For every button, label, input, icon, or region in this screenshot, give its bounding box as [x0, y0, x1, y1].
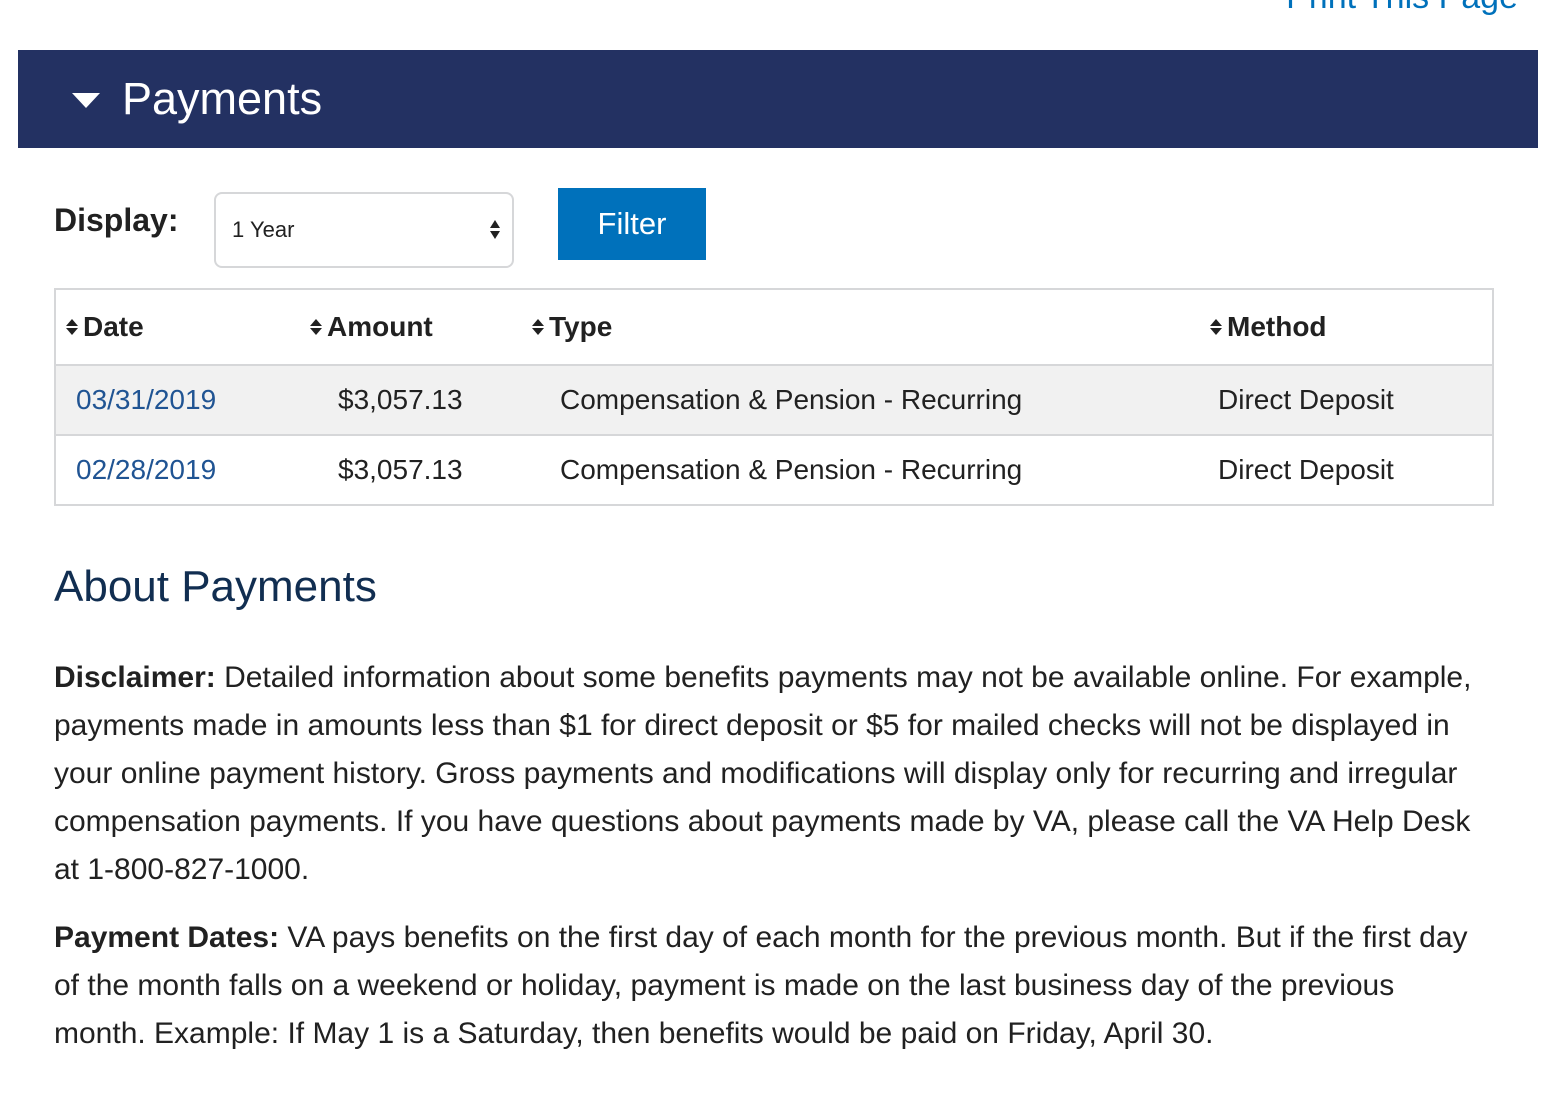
sort-icon: [1210, 319, 1222, 335]
accordion-title: Payments: [122, 73, 323, 124]
column-label: Method: [1227, 311, 1327, 342]
sort-icon: [66, 319, 78, 335]
method-cell: Direct Deposit: [1210, 434, 1492, 504]
type-cell: Compensation & Pension - Recurring: [532, 364, 1210, 435]
display-range-select[interactable]: 1 Year: [214, 192, 514, 268]
payment-dates-label: Payment Dates:: [54, 921, 280, 954]
column-header-date[interactable]: Date: [56, 290, 310, 365]
about-payments-heading: About Payments: [54, 562, 377, 611]
column-label: Amount: [327, 311, 433, 342]
sort-icon: [532, 319, 544, 335]
column-header-amount[interactable]: Amount: [310, 290, 532, 365]
type-cell: Compensation & Pension - Recurring: [532, 434, 1210, 504]
disclaimer-text: Detailed information about some benefits…: [54, 661, 1472, 886]
column-header-type[interactable]: Type: [532, 290, 1210, 365]
table-row: 03/31/2019 $3,057.13 Compensation & Pens…: [56, 364, 1492, 435]
caret-down-icon[interactable]: [72, 92, 100, 108]
disclaimer-paragraph: Disclaimer: Detailed information about s…: [54, 654, 1494, 894]
select-arrows-icon: [490, 220, 500, 239]
print-page-link[interactable]: Print This Page: [1286, 0, 1518, 17]
payment-dates-paragraph: Payment Dates: VA pays benefits on the f…: [54, 914, 1494, 1058]
payment-date-link[interactable]: 03/31/2019: [76, 384, 216, 415]
method-cell: Direct Deposit: [1210, 364, 1492, 435]
filter-button[interactable]: Filter: [558, 188, 706, 260]
display-label: Display:: [54, 202, 179, 238]
payments-accordion-header[interactable]: Payments: [18, 50, 1538, 148]
disclaimer-label: Disclaimer:: [54, 661, 216, 694]
column-header-method[interactable]: Method: [1210, 290, 1492, 365]
payments-page: Print This Page Payments Display: 1 Year…: [0, 0, 1564, 1106]
amount-cell: $3,057.13: [310, 434, 532, 504]
payment-date-link[interactable]: 02/28/2019: [76, 454, 216, 485]
sort-icon: [310, 319, 322, 335]
date-cell: 03/31/2019: [56, 364, 310, 435]
column-label: Date: [83, 311, 144, 342]
payments-table: Date Amount Type Method 03/31/2019 $3,05…: [54, 288, 1494, 506]
column-label: Type: [549, 311, 613, 342]
amount-cell: $3,057.13: [310, 364, 532, 435]
table-row: 02/28/2019 $3,057.13 Compensation & Pens…: [56, 434, 1492, 504]
table-header-row: Date Amount Type Method: [56, 290, 1492, 365]
select-value: 1 Year: [232, 217, 295, 242]
date-cell: 02/28/2019: [56, 434, 310, 504]
